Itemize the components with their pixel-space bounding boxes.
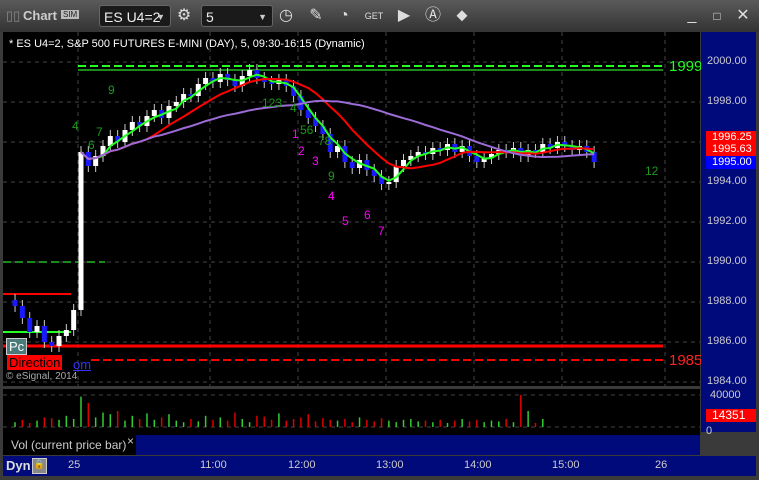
time-axis-label: 15:00 [552, 459, 580, 471]
volume-plot [3, 394, 700, 428]
candle-body [34, 326, 40, 332]
setup-count: 9 [328, 169, 335, 183]
candle-body [78, 152, 84, 310]
setup-count: 78 [318, 134, 332, 148]
price-axis-label: 1986.00 [707, 335, 747, 347]
candle-body [151, 110, 157, 116]
sim-badge: SIM [61, 10, 80, 19]
title-bar: ▯▯ Chart SIM ES U4=2 ▼ ⚙ 5 ▼ ◷ ✎ ◔ GET ▶ Ⓐ… [0, 0, 759, 32]
candle-body [49, 342, 55, 346]
lock-icon[interactable]: 🔒 [32, 458, 47, 474]
volume-legend-bar: Vol (current price bar) × [3, 433, 700, 455]
countdown-count: 1 [292, 127, 299, 141]
time-axis-label: 14:00 [464, 459, 492, 471]
candle-body [129, 122, 135, 130]
countdown-count: 4 [328, 189, 335, 203]
symbol-value: ES U4=2 [104, 9, 161, 25]
candle-body [63, 330, 69, 336]
countdown-count: 3 [312, 154, 319, 168]
candle-body [401, 160, 407, 166]
setup-count: 6 [88, 138, 95, 152]
chart-window: ▯▯ Chart SIM ES U4=2 ▼ ⚙ 5 ▼ ◷ ✎ ◔ GET ▶ Ⓐ… [0, 0, 759, 480]
price-tag: 1995.00 [706, 156, 756, 169]
pencil-icon[interactable]: ✎ [306, 6, 326, 26]
interval-value: 5 [206, 9, 214, 25]
setup-count: 56 [300, 123, 314, 137]
price-tag: 1996.25 [706, 131, 756, 144]
candle-body [19, 306, 25, 318]
moving-average-line [80, 73, 595, 182]
volume-axis-min: 0 [706, 425, 713, 437]
window-title: Chart [23, 8, 57, 23]
direction-label: Direction [7, 355, 63, 370]
price-axis-label: 1992.00 [707, 215, 747, 227]
direction-link[interactable]: om [73, 357, 91, 372]
time-axis-label: 12:00 [288, 459, 316, 471]
candle-body [41, 326, 47, 342]
countdown-count: 5 [342, 214, 349, 228]
play-icon[interactable]: ▶ [394, 6, 414, 26]
pc-label: Pc [6, 338, 28, 355]
price-tag: 1995.63 [706, 143, 756, 157]
countdown-count: 6 [364, 208, 371, 222]
price-axis-label: 2000.00 [707, 55, 747, 67]
candle-body [474, 156, 480, 162]
time-axis-label: 11:00 [200, 459, 227, 471]
volume-axis-max: 40000 [710, 389, 741, 401]
close-button[interactable]: ✕ [733, 6, 753, 26]
countdown-count: 7 [378, 224, 385, 238]
scrollbar[interactable] [136, 435, 700, 455]
alert-icon[interactable]: Ⓐ [423, 6, 443, 26]
clock-icon[interactable]: ◷ [276, 6, 296, 26]
candle-body [12, 300, 18, 306]
price-chart[interactable]: 9 4 7 6 123 4 56 78 9 12 1 2 3 4 5 6 7 * ES U4=2, S&P 50… [3, 32, 703, 386]
get-icon[interactable]: GET [364, 6, 384, 26]
candle-body [71, 310, 77, 330]
link-icon[interactable]: ⬥ [452, 6, 472, 26]
price-axis-label: 1984.00 [707, 375, 747, 387]
level-high-label: 1999 [669, 58, 703, 75]
price-axis-label: 1990.00 [707, 255, 747, 267]
volume-panel [3, 389, 700, 433]
drag-handle-icon[interactable]: ▯▯ [6, 8, 20, 24]
price-axis[interactable]: 2000.001998.001996.001994.001992.001990.… [701, 32, 756, 432]
level-low-label: 1985 [669, 352, 703, 369]
settings-icon[interactable]: ⚙ [174, 6, 194, 26]
symbol-select[interactable]: ES U4=2 ▼ [99, 5, 171, 27]
candle-body [27, 318, 33, 332]
candle-body [349, 162, 355, 168]
candle-body [203, 78, 209, 84]
studies-icon[interactable]: ◔ [334, 6, 354, 26]
volume-current-tag: 14351 [706, 409, 756, 422]
copyright: © eSignal, 2014 [6, 371, 78, 382]
minimize-button[interactable]: _ [682, 6, 702, 26]
setup-count: 4 [290, 101, 297, 115]
volume-close-button[interactable]: × [127, 434, 134, 448]
price-axis-label: 1998.00 [707, 95, 747, 107]
price-axis-label: 1988.00 [707, 295, 747, 307]
setup-count: 9 [108, 83, 115, 97]
setup-count: 4 [72, 119, 79, 133]
time-axis-label: 26 [655, 459, 668, 471]
price-axis-label: 1994.00 [707, 175, 747, 187]
dynamic-mode-label: Dyn [6, 458, 31, 473]
candle-body [386, 182, 392, 184]
setup-count: 123 [262, 96, 282, 110]
candle-body [247, 70, 253, 76]
setup-count: 7 [96, 125, 103, 139]
setup-count: 12 [645, 164, 659, 178]
countdown-count: 2 [298, 144, 305, 158]
volume-label: Vol (current price bar) [11, 438, 127, 452]
chart-header: * ES U4=2, S&P 500 FUTURES E-MINI (DAY),… [9, 38, 365, 50]
price-plot: 94 76123 456789 1212345 67 [3, 32, 700, 386]
interval-select[interactable]: 5 ▼ [201, 5, 273, 27]
maximize-button[interactable]: □ [707, 6, 727, 26]
candle-body [56, 336, 62, 346]
time-axis-label: 25 [68, 459, 81, 471]
time-axis[interactable]: Dyn 🔒 25 11:00 12:00 13:00 14:00 15:00 26 [3, 456, 756, 476]
time-axis-label: 13:00 [376, 459, 404, 471]
